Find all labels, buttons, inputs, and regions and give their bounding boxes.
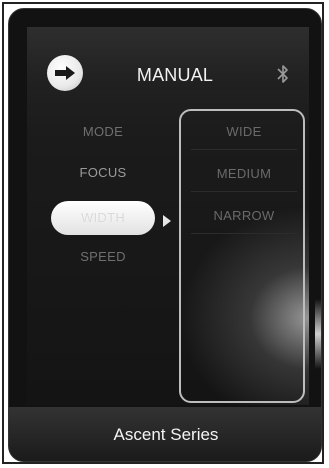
bluetooth-icon <box>277 65 288 83</box>
device-body: MANUAL MODE FOCUS WIDTH SPEED WIDE MEDIU… <box>8 8 322 462</box>
menu-item-focus[interactable]: FOCUS <box>51 156 155 190</box>
option-narrow[interactable]: NARROW <box>191 199 297 234</box>
option-medium[interactable]: MEDIUM <box>191 157 297 192</box>
edge-highlight <box>315 299 321 369</box>
menu-item-speed[interactable]: SPEED <box>51 240 155 274</box>
options-panel: WIDE MEDIUM NARROW <box>179 109 305 403</box>
arrow-right-icon <box>55 66 75 80</box>
image-frame: MANUAL MODE FOCUS WIDTH SPEED WIDE MEDIU… <box>2 2 324 464</box>
selection-pointer-icon <box>163 215 171 227</box>
menu-item-mode[interactable]: MODE <box>51 115 155 149</box>
page-title: MANUAL <box>136 65 214 85</box>
option-wide[interactable]: WIDE <box>191 115 297 150</box>
footer-label: Ascent Series <box>113 425 219 444</box>
arrow-right-circle-icon[interactable] <box>47 55 83 91</box>
menu-item-width-label: WIDTH <box>80 210 126 225</box>
display-screen: MANUAL MODE FOCUS WIDTH SPEED WIDE MEDIU… <box>27 27 309 405</box>
menu-item-width[interactable]: WIDTH <box>51 201 155 235</box>
footer-bar: Ascent Series <box>9 407 321 461</box>
